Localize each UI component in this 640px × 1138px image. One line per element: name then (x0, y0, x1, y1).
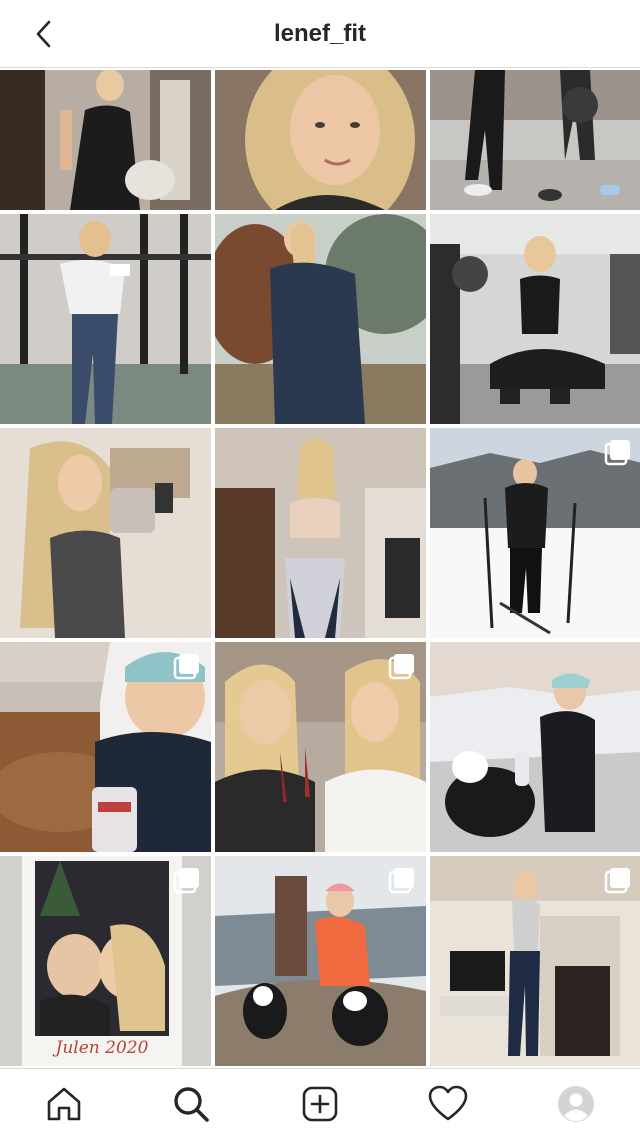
tab-activity[interactable] (428, 1084, 468, 1124)
post-grid: Julen 2020 (0, 70, 640, 1068)
post-tile[interactable]: Julen 2020 (0, 856, 211, 1066)
post-tile[interactable] (0, 70, 211, 210)
page-title: lenef_fit (273, 20, 366, 47)
profile-avatar-icon (558, 1086, 594, 1122)
multiple-photos-icon (388, 868, 414, 894)
post-photo (215, 70, 426, 210)
tab-home[interactable] (44, 1084, 84, 1124)
multiple-photos-icon (604, 440, 630, 466)
post-tile[interactable] (0, 214, 211, 424)
post-tile[interactable] (430, 856, 640, 1066)
tab-profile[interactable] (556, 1084, 596, 1124)
post-tile[interactable] (430, 214, 640, 424)
post-photo (0, 428, 211, 638)
post-photo (430, 70, 640, 210)
post-tile[interactable] (215, 856, 426, 1066)
multiple-photos-icon (604, 868, 630, 894)
post-photo (0, 214, 211, 424)
multiple-photos-icon (173, 868, 199, 894)
search-icon (174, 1087, 209, 1122)
post-tile[interactable] (215, 214, 426, 424)
multiple-photos-icon (388, 654, 414, 680)
bottom-nav (0, 1068, 640, 1138)
post-photo (215, 428, 426, 638)
post-photo (430, 642, 640, 852)
post-tile[interactable] (0, 642, 211, 852)
post-tile[interactable] (215, 70, 426, 210)
post-photo (0, 70, 211, 210)
post-tile[interactable] (0, 428, 211, 638)
add-post-icon (302, 1086, 338, 1122)
polaroid-caption: Julen 2020 (55, 1038, 149, 1058)
home-icon (47, 1087, 81, 1121)
post-photo (430, 214, 640, 424)
tab-new-post[interactable] (300, 1084, 340, 1124)
post-tile[interactable] (430, 428, 640, 638)
top-bar: lenef_fit (0, 0, 640, 68)
chevron-left-icon (36, 20, 51, 48)
post-tile[interactable] (215, 428, 426, 638)
heart-icon (428, 1085, 468, 1121)
post-tile[interactable] (215, 642, 426, 852)
post-tile[interactable] (430, 70, 640, 210)
post-tile[interactable] (430, 642, 640, 852)
back-button[interactable] (26, 16, 62, 52)
tab-search[interactable] (171, 1084, 211, 1124)
multiple-photos-icon (173, 654, 199, 680)
post-photo (215, 214, 426, 424)
